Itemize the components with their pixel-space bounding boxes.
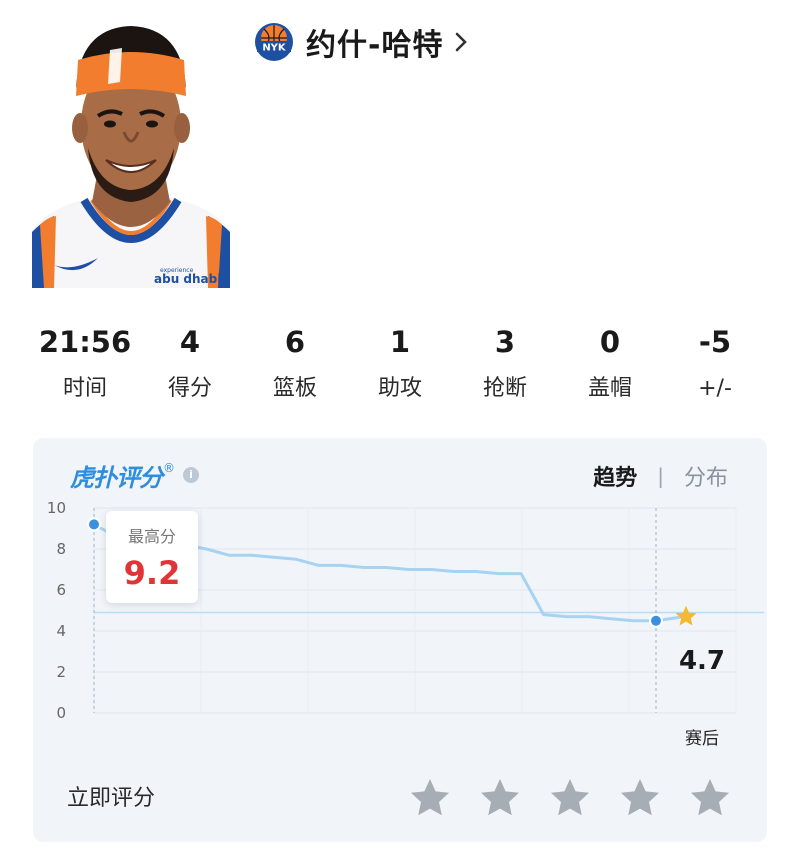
stat-time-label: 时间 (62, 376, 107, 401)
max-score-label: 最高分 (127, 527, 176, 546)
stat-plus-minus-value: -5 (698, 325, 732, 359)
final-score-value: 4.7 (678, 646, 726, 676)
rate-star-4-icon[interactable] (618, 776, 662, 820)
stat-plus-minus: -5 +/- (660, 322, 770, 406)
max-score-value: 9.2 (123, 554, 181, 592)
rate-star-3-icon[interactable] (548, 776, 592, 820)
stat-time: 21:56 时间 (30, 322, 140, 406)
max-point (87, 517, 101, 532)
rate-star-5-icon[interactable] (688, 776, 732, 820)
y-tick-label: 4 (56, 622, 66, 640)
tab-distribution[interactable]: 分布 (684, 460, 728, 492)
stat-assists: 1 助攻 (345, 322, 455, 406)
stat-rebounds-value: 6 (284, 325, 306, 359)
y-tick-label: 0 (56, 704, 66, 722)
stat-steals: 3 抢断 (450, 322, 560, 406)
tab-trend[interactable]: 趋势 (593, 460, 637, 492)
stat-rebounds-label: 篮板 (272, 376, 317, 401)
stat-assists-value: 1 (389, 325, 411, 359)
x-axis-post-game-label: 赛后 (685, 729, 719, 749)
team-logo-text: NYK (262, 43, 287, 54)
stat-plus-minus-label: +/- (698, 376, 732, 401)
rating-tabs: 趋势 | 分布 (593, 458, 728, 494)
player-header[interactable]: NYK 约什-哈特 (254, 20, 469, 64)
chevron-right-icon[interactable] (453, 31, 469, 53)
hupu-rating-brand: 虎扑评分 ® i (70, 455, 199, 495)
player-name[interactable]: 约什-哈特 (306, 20, 443, 64)
stat-time-value: 21:56 (38, 325, 132, 359)
stat-steals-label: 抢断 (482, 376, 527, 401)
info-icon[interactable]: i (183, 467, 199, 483)
stat-steals-value: 3 (494, 325, 516, 359)
y-tick-label: 6 (56, 581, 66, 599)
final-point (649, 613, 663, 628)
stat-assists-label: 助攻 (377, 376, 422, 401)
rate-now-label: 立即评分 (67, 786, 156, 811)
stat-blocks-value: 0 (599, 325, 621, 359)
jersey-sponsor: abu dhabi (154, 272, 221, 286)
final-star-icon (675, 605, 697, 626)
stat-rebounds: 6 篮板 (240, 322, 350, 406)
y-tick-label: 10 (47, 499, 66, 517)
rate-star-2-icon[interactable] (478, 776, 522, 820)
stat-points-label: 得分 (167, 376, 212, 401)
knicks-logo-icon: NYK (255, 23, 293, 61)
rate-star-1-icon[interactable] (408, 776, 452, 820)
max-score-tooltip: 最高分 9.2 (106, 511, 198, 603)
stat-points: 4 得分 (135, 322, 245, 406)
stat-blocks-label: 盖帽 (587, 376, 632, 401)
y-tick-label: 2 (56, 663, 66, 681)
registered-mark: ® (163, 461, 175, 475)
tab-separator: | (657, 464, 664, 488)
stat-blocks: 0 盖帽 (555, 322, 665, 406)
stat-points-value: 4 (179, 325, 201, 359)
player-portrait: experience abu dhabi (32, 26, 230, 288)
y-tick-label: 8 (56, 540, 66, 558)
brand-title: 虎扑评分 (70, 463, 163, 492)
